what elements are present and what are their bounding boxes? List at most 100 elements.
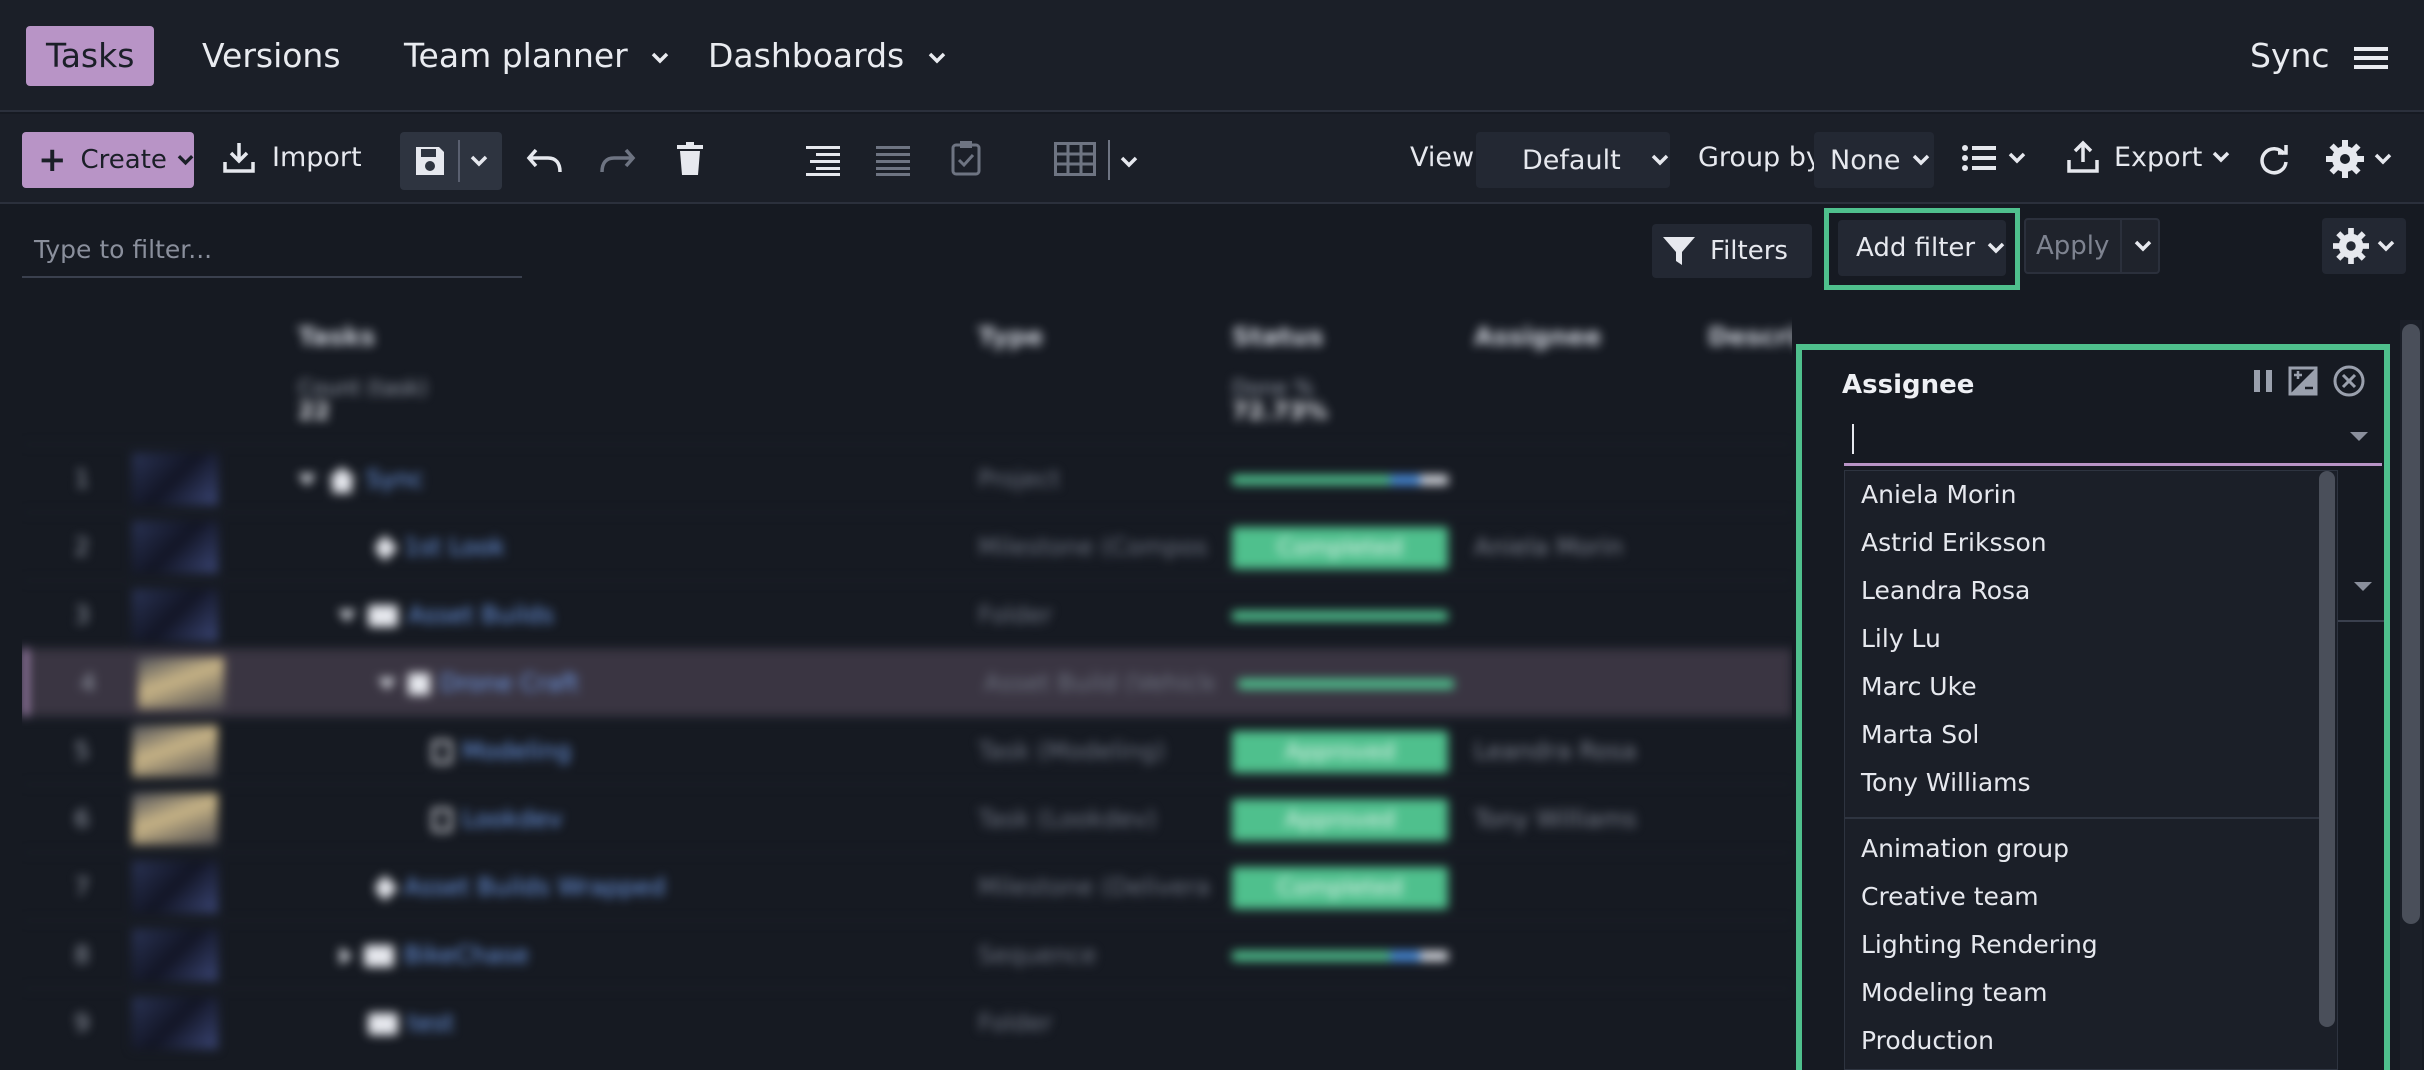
chevron-down-icon	[2213, 151, 2230, 163]
table-row[interactable]: 8 BikeChase Sequence	[22, 920, 1792, 988]
create-button[interactable]: + Create	[22, 132, 194, 188]
tab-dashboards[interactable]: Dashboards	[688, 26, 967, 86]
page-scrollbar[interactable]	[2402, 324, 2420, 924]
export-button[interactable]: Export	[2066, 140, 2230, 174]
project-menu[interactable]: Sync	[2250, 26, 2389, 86]
task-type: Milestone (Compos...	[978, 533, 1208, 561]
progress-segment	[1390, 951, 1420, 961]
tab-versions[interactable]: Versions	[182, 26, 361, 86]
chevron-down-icon	[2374, 153, 2392, 165]
add-filter-button[interactable]: Add filter	[1838, 220, 2006, 276]
table-row[interactable]: 7 Asset Builds Wrapped Milestone (Delive…	[22, 852, 1792, 920]
column-header-status[interactable]: Status	[1232, 322, 1323, 351]
row-number: 1	[74, 465, 90, 493]
table-row[interactable]: 5 Modeling Task (Modeling) Approved Lean…	[22, 716, 1792, 784]
thumbnail	[132, 793, 218, 845]
assignee-cell: Tony Williams	[1474, 805, 1637, 833]
assignee-cell: Leandra Rosa	[1474, 737, 1637, 765]
task-name-cell: Asset Builds Wrapped	[376, 853, 665, 921]
groupby-select[interactable]: None	[1814, 132, 1934, 188]
thumbnail	[132, 521, 218, 573]
project-name: Sync	[2250, 36, 2330, 75]
filters-label: Filters	[1710, 236, 1788, 266]
table-row[interactable]: 2 1st Look Milestone (Compos... Complete…	[22, 512, 1792, 580]
align-right-icon[interactable]	[806, 144, 840, 176]
collapse-arrow-icon[interactable]	[340, 947, 352, 965]
count-summary: Count (task) 22	[298, 376, 428, 424]
hamburger-menu-icon	[2354, 46, 2389, 69]
row-number: 2	[74, 533, 90, 561]
asset-build-icon	[408, 673, 430, 695]
filter-placeholder: Type to filter...	[34, 235, 213, 264]
chevron-down-icon	[177, 155, 194, 166]
tab-label: Tasks	[46, 36, 135, 75]
table-row[interactable]: 9 test Folder	[22, 988, 1792, 1056]
save-button-group	[400, 132, 502, 190]
list-lines-icon[interactable]	[876, 144, 910, 176]
tab-label: Team planner	[404, 36, 628, 75]
list-options-button[interactable]	[1962, 144, 2026, 172]
gear-icon	[2326, 140, 2364, 178]
tab-tasks[interactable]: Tasks	[26, 26, 155, 86]
import-button[interactable]: Import	[222, 140, 362, 174]
table-row[interactable]: 3 Asset Builds Folder	[22, 580, 1792, 648]
thumbnail	[132, 725, 218, 777]
task-type: Task (Lookdev)	[978, 805, 1157, 833]
task-name: Sync	[366, 465, 424, 493]
save-icon[interactable]	[412, 143, 448, 179]
status-badge[interactable]: Completed	[1232, 867, 1448, 909]
filter-input[interactable]: Type to filter...	[22, 228, 522, 278]
table-row[interactable]: 1 Sync Project	[22, 444, 1792, 512]
column-header-type[interactable]: Type	[978, 322, 1043, 351]
filters-button[interactable]: Filters	[1652, 224, 1812, 278]
status-badge[interactable]: Approved	[1232, 731, 1448, 773]
status-badge[interactable]: Approved	[1232, 799, 1448, 841]
view-value: Default	[1522, 144, 1621, 176]
undo-icon[interactable]	[526, 146, 564, 176]
task-type: Folder	[978, 1009, 1053, 1037]
task-name: test	[408, 1009, 455, 1037]
thumbnail	[138, 657, 224, 709]
table-row[interactable]: 6 Lookdev Task (Lookdev) Approved Tony W…	[22, 784, 1792, 852]
folder-icon	[368, 1013, 398, 1035]
table-grid-icon[interactable]	[1054, 142, 1096, 176]
row-number: 5	[74, 737, 90, 765]
chevron-down-icon[interactable]	[1120, 156, 1138, 168]
progress-segment	[1420, 951, 1448, 961]
row-number: 3	[74, 601, 90, 629]
refresh-icon[interactable]	[2258, 144, 2290, 176]
chevron-down-icon[interactable]	[470, 155, 488, 167]
apply-button[interactable]: Apply	[2024, 218, 2160, 274]
column-header-description[interactable]: Descrip	[1708, 322, 1792, 351]
settings-button[interactable]	[2326, 140, 2392, 178]
expand-arrow-icon[interactable]	[298, 474, 316, 486]
chevron-down-icon[interactable]	[2134, 240, 2152, 252]
summary-label: Done %	[1232, 376, 1314, 400]
summary-value: 72.73%	[1232, 399, 1328, 425]
progress-segment	[1390, 475, 1420, 485]
tab-team-planner[interactable]: Team planner	[384, 26, 690, 86]
row-number: 4	[80, 669, 96, 697]
task-name: Asset Builds	[408, 601, 554, 629]
task-type: Task (Modeling)	[978, 737, 1166, 765]
status-badge[interactable]: Completed	[1232, 527, 1448, 569]
chevron-down-icon	[1987, 242, 2005, 254]
summary-value: 22	[298, 399, 331, 425]
trash-icon[interactable]	[676, 142, 704, 176]
tab-label: Dashboards	[708, 36, 905, 75]
redo-icon[interactable]	[598, 146, 636, 176]
chevron-down-icon	[2377, 240, 2395, 252]
filter-settings-button[interactable]	[2322, 218, 2406, 274]
task-table: Tasks Type Status Assignee Descrip Count…	[22, 302, 1792, 1070]
chevron-down-icon	[1913, 154, 1930, 166]
column-header-assignee[interactable]: Assignee	[1474, 322, 1601, 351]
view-select[interactable]: Default	[1476, 132, 1670, 188]
expand-arrow-icon[interactable]	[378, 678, 396, 690]
task-type: Asset Build (Vehicle)	[984, 669, 1214, 697]
import-label: Import	[272, 141, 362, 173]
task-name: Lookdev	[462, 805, 563, 833]
column-header-tasks[interactable]: Tasks	[298, 322, 375, 351]
table-row-selected[interactable]: 4 Drone Craft Asset Build (Vehicle)	[22, 648, 1792, 716]
expand-arrow-icon[interactable]	[338, 610, 356, 622]
clipboard-check-icon[interactable]	[950, 140, 982, 176]
